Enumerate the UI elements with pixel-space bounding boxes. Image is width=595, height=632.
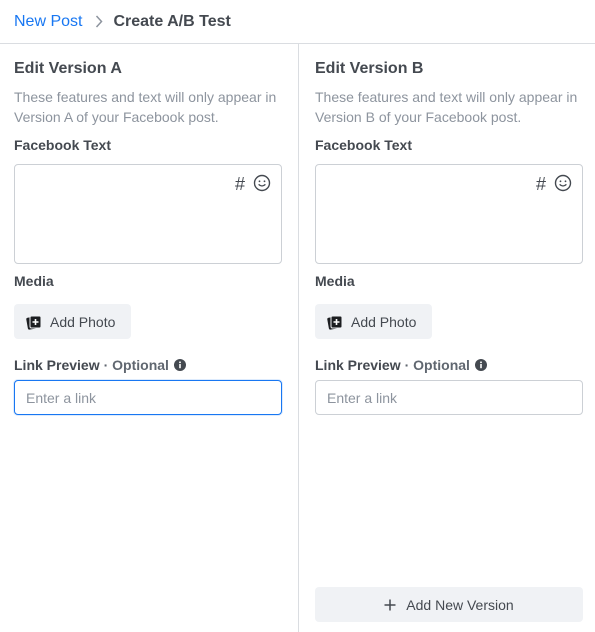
media-label: Media — [14, 273, 54, 289]
add-photo-button[interactable]: Add Photo — [14, 304, 131, 339]
add-new-version-label: Add New Version — [406, 596, 514, 613]
version-a-title: Edit Version A — [14, 60, 122, 77]
chevron-right-icon — [95, 15, 103, 28]
add-photo-icon — [26, 315, 42, 330]
add-photo-label: Add Photo — [351, 313, 417, 330]
column-divider — [298, 44, 299, 632]
version-a-description: These features and text will only appear… — [14, 89, 277, 125]
info-icon[interactable] — [173, 359, 186, 371]
breadcrumb: New Post Create A/B Test — [0, 0, 595, 44]
add-new-version-button[interactable]: Add New Version — [315, 587, 583, 622]
page-title: Create A/B Test — [113, 12, 231, 30]
breadcrumb-new-post-link[interactable]: New Post — [14, 13, 82, 31]
link-input[interactable] — [315, 380, 583, 415]
info-icon[interactable] — [474, 359, 487, 371]
hashtag-icon[interactable]: # — [536, 174, 546, 195]
link-preview-label: Link Preview · Optional — [315, 357, 487, 373]
add-photo-button[interactable]: Add Photo — [315, 304, 432, 339]
link-preview-label: Link Preview · Optional — [14, 357, 186, 373]
smiley-icon[interactable] — [554, 174, 572, 192]
link-input[interactable] — [14, 380, 282, 415]
link-preview-text: Link Preview — [14, 357, 100, 373]
optional-text: · Optional — [404, 357, 470, 373]
add-photo-label: Add Photo — [50, 313, 116, 330]
hashtag-icon[interactable]: # — [235, 174, 245, 195]
plus-icon — [384, 599, 396, 610]
facebook-text-label: Facebook Text — [14, 137, 111, 153]
smiley-icon[interactable] — [253, 174, 271, 192]
media-label: Media — [315, 273, 355, 289]
optional-text: · Optional — [103, 357, 169, 373]
version-b-description: These features and text will only appear… — [315, 89, 578, 125]
facebook-text-input[interactable]: # — [315, 164, 583, 264]
link-preview-text: Link Preview — [315, 357, 401, 373]
version-b-title: Edit Version B — [315, 60, 424, 77]
facebook-text-label: Facebook Text — [315, 137, 412, 153]
facebook-text-input[interactable]: # — [14, 164, 282, 264]
add-photo-icon — [327, 315, 343, 330]
